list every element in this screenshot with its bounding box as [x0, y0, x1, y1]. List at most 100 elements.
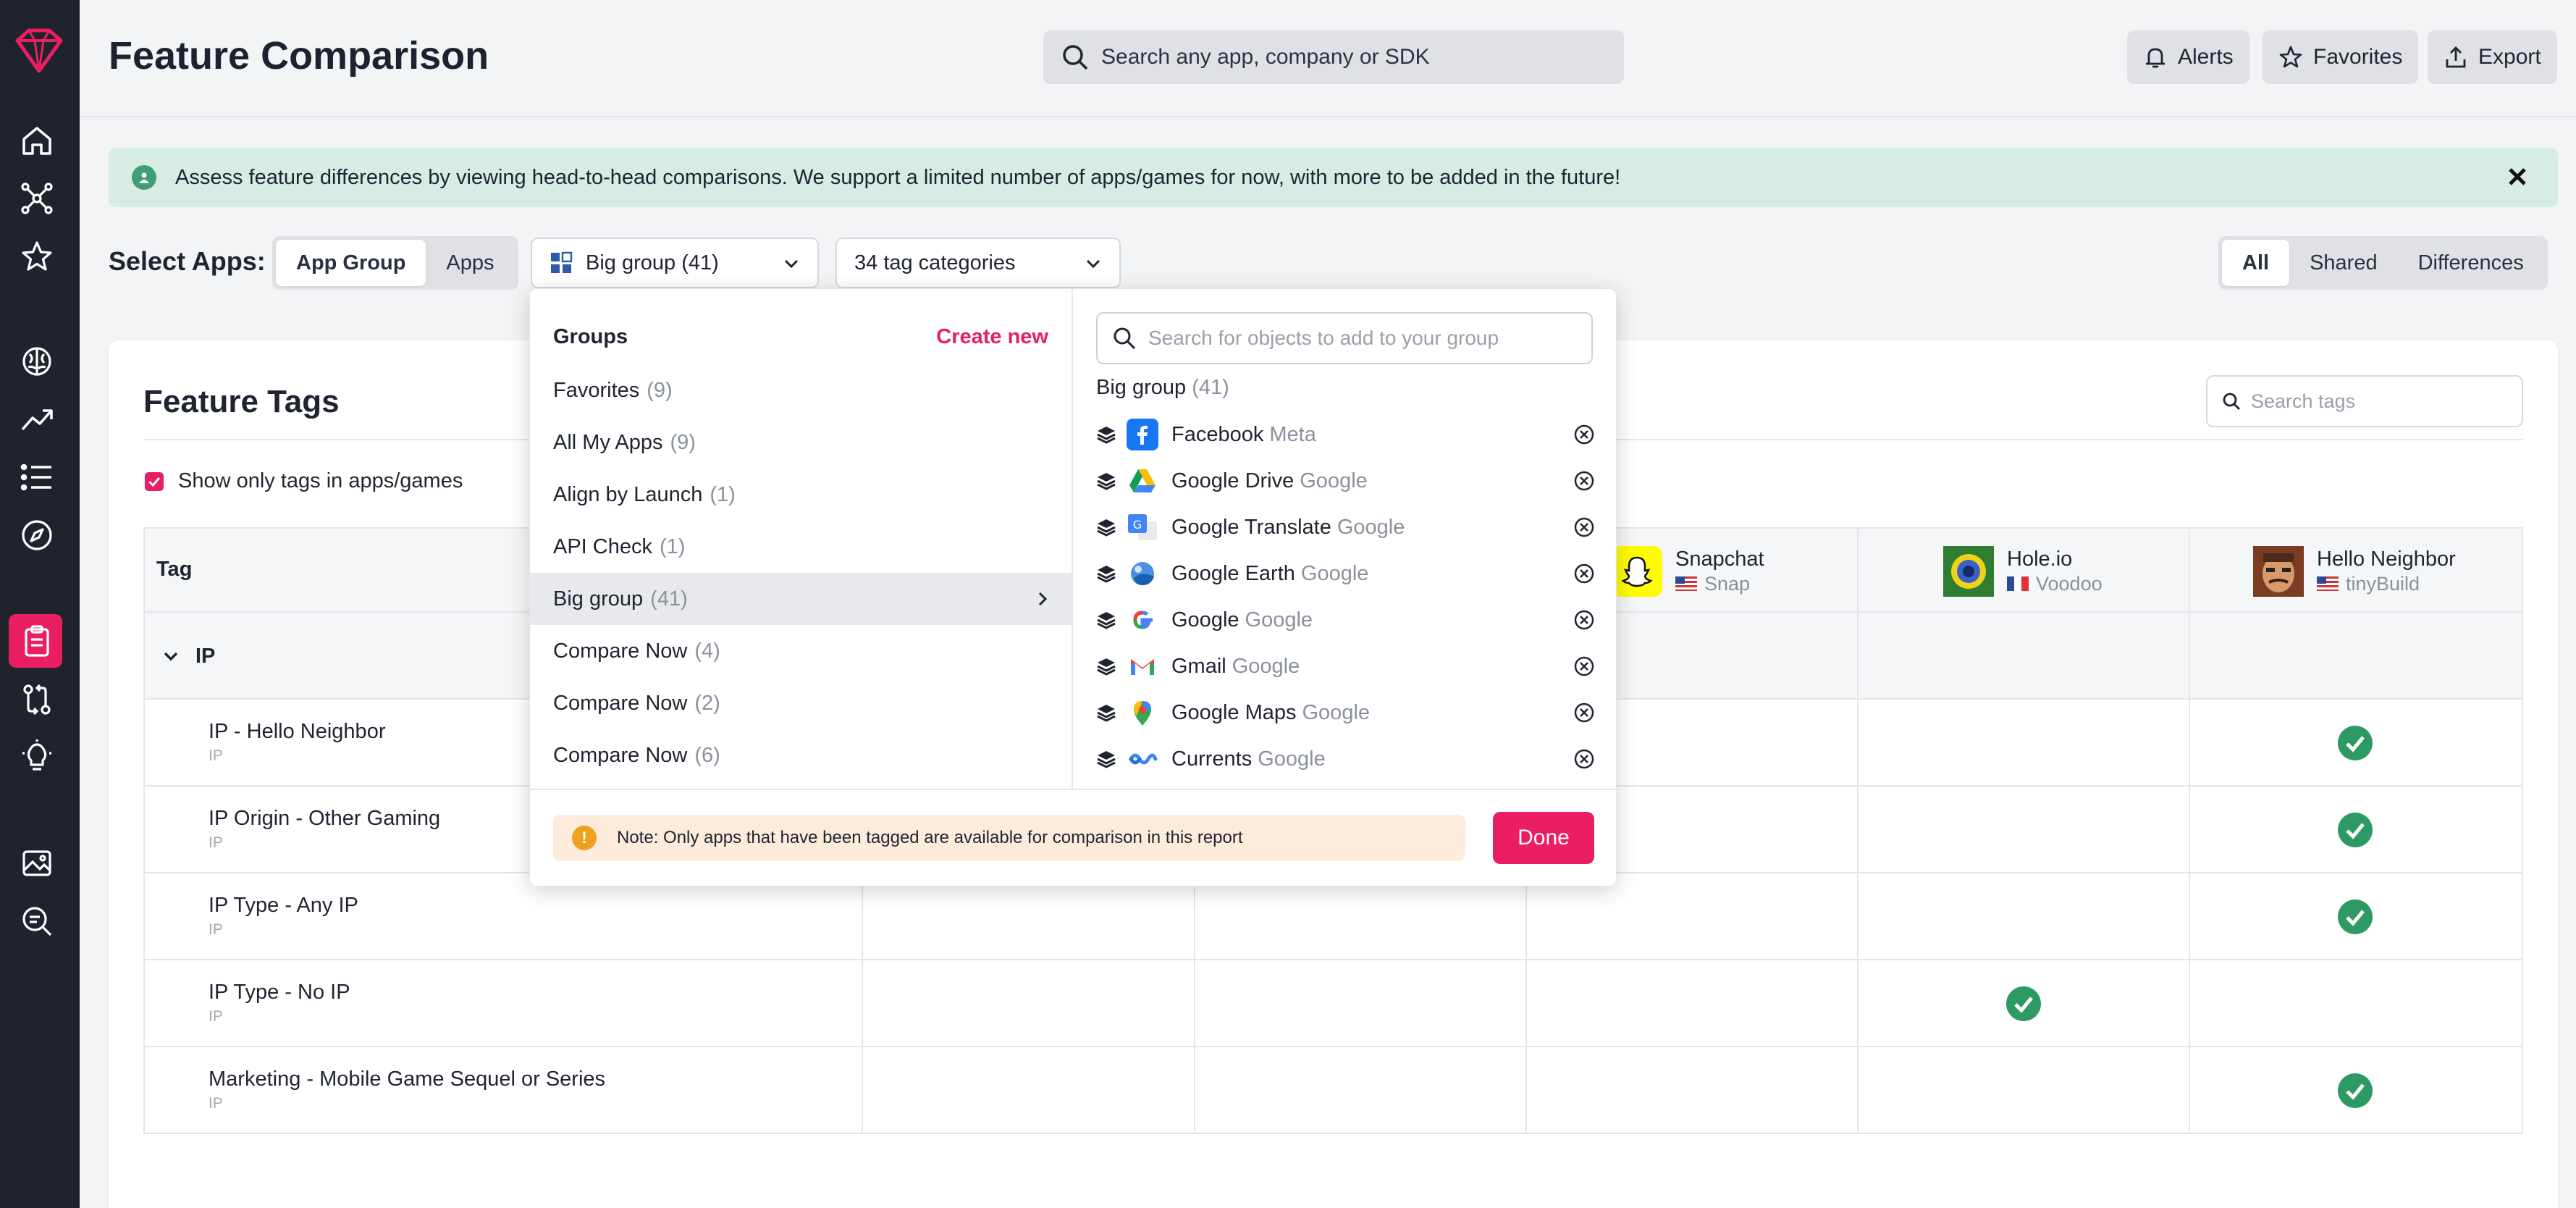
- top-header: Feature Comparison Search any app, compa…: [80, 0, 2576, 117]
- list-icon[interactable]: [20, 460, 54, 495]
- layers-icon[interactable]: [1096, 424, 1116, 445]
- remove-circle-icon[interactable]: [1573, 423, 1596, 446]
- lightbulb-icon[interactable]: [20, 739, 54, 773]
- image-icon[interactable]: [20, 846, 54, 881]
- toggle-all[interactable]: All: [2222, 240, 2290, 286]
- chevron-down-icon[interactable]: [161, 646, 181, 666]
- column-header-snapchat[interactable]: Snapchat Snap: [1612, 546, 1764, 597]
- group-item[interactable]: Favorites (9): [530, 364, 1072, 416]
- logo-gem-icon[interactable]: [7, 26, 71, 77]
- tag-category: IP: [209, 834, 223, 851]
- search-text-icon[interactable]: [20, 904, 54, 939]
- done-button[interactable]: Done: [1493, 812, 1594, 864]
- layers-icon[interactable]: [1096, 702, 1116, 723]
- layers-icon[interactable]: [1096, 563, 1116, 584]
- info-banner: Assess feature differences by viewing he…: [109, 148, 2558, 207]
- star-icon[interactable]: [20, 239, 54, 274]
- remove-circle-icon[interactable]: [1573, 701, 1596, 724]
- group-item[interactable]: Compare Now (2): [530, 677, 1072, 729]
- home-icon[interactable]: [20, 123, 54, 158]
- column-publisher: Snap: [1704, 573, 1751, 595]
- group-item[interactable]: All My Apps (9): [530, 416, 1072, 469]
- remove-circle-icon[interactable]: [1573, 469, 1596, 492]
- group-item[interactable]: API Check (1): [530, 521, 1072, 573]
- object-search-input[interactable]: Search for objects to add to your group: [1096, 312, 1593, 364]
- group-item[interactable]: Compare Now (4): [530, 625, 1072, 677]
- group-count: (1): [660, 534, 686, 558]
- brain-icon[interactable]: [20, 344, 54, 379]
- column-divider: [2189, 613, 2190, 698]
- group-count: (9): [670, 430, 696, 454]
- table-row: IP Type - No IP IP: [143, 960, 2523, 1047]
- member-publisher: Google: [1300, 561, 1369, 585]
- group-name: Compare Now: [553, 691, 688, 715]
- member-name: Google Translate: [1171, 515, 1331, 539]
- member-item: G Google Translate Google: [1096, 504, 1596, 550]
- selected-group-name: Big group: [1096, 376, 1187, 399]
- group-item-selected[interactable]: Big group (41): [530, 573, 1072, 625]
- layers-icon[interactable]: [1096, 517, 1116, 537]
- table-row: Marketing - Mobile Game Sequel or Series…: [143, 1047, 2523, 1134]
- column-divider: [1525, 1047, 1527, 1133]
- column-publisher: Voodoo: [2036, 573, 2103, 595]
- remove-circle-icon[interactable]: [1573, 608, 1596, 632]
- layers-icon[interactable]: [1096, 656, 1116, 676]
- banner-text: Assess feature differences by viewing he…: [175, 165, 1621, 189]
- group-item[interactable]: Align by Launch (1): [530, 469, 1072, 521]
- group-item[interactable]: Compare Now (6): [530, 729, 1072, 781]
- member-item: Facebook Meta: [1096, 411, 1596, 458]
- tag-dropdown-value: 34 tag categories: [854, 251, 1016, 274]
- layers-icon[interactable]: [1096, 749, 1116, 769]
- member-publisher: Google: [1232, 654, 1300, 678]
- clipboard-compare-icon[interactable]: [20, 624, 54, 658]
- alerts-button[interactable]: Alerts: [2127, 30, 2249, 84]
- column-divider: [862, 960, 863, 1046]
- favorites-button[interactable]: Favorites: [2263, 30, 2419, 84]
- tag-search-input[interactable]: Search tags: [2206, 375, 2523, 427]
- member-name: Facebook: [1171, 422, 1264, 446]
- tag-categories-dropdown[interactable]: 34 tag categories: [835, 238, 1121, 288]
- toggle-differences[interactable]: Differences: [2398, 240, 2544, 286]
- column-header-hole-io[interactable]: Hole.io Voodoo: [1943, 546, 2103, 597]
- compass-icon[interactable]: [20, 518, 54, 553]
- network-icon[interactable]: [20, 181, 54, 216]
- remove-circle-icon[interactable]: [1573, 516, 1596, 539]
- check-circle-icon: [2338, 726, 2373, 760]
- chevron-down-icon: [784, 259, 799, 269]
- member-name: Google Maps: [1171, 700, 1297, 724]
- git-compare-icon[interactable]: [20, 682, 54, 717]
- close-icon[interactable]: [2503, 162, 2532, 191]
- layers-icon[interactable]: [1096, 610, 1116, 630]
- toggle-app-group[interactable]: App Group: [276, 240, 426, 286]
- layers-icon[interactable]: [1096, 471, 1116, 491]
- tag-name: Marketing - Mobile Game Sequel or Series: [209, 1068, 606, 1091]
- toggle-apps[interactable]: Apps: [426, 240, 514, 286]
- popover-footer: ! Note: Only apps that have been tagged …: [530, 789, 1616, 887]
- search-icon: [2223, 393, 2240, 410]
- info-badge-icon: [132, 165, 156, 190]
- column-divider: [2189, 873, 2190, 959]
- export-button[interactable]: Export: [2428, 30, 2557, 84]
- column-header-hello-neighbor[interactable]: Hello Neighbor tinyBuild: [2253, 546, 2456, 597]
- member-name: Gmail: [1171, 654, 1226, 678]
- gmail-icon: [1127, 650, 1158, 682]
- groups-panel: Groups Create new Favorites (9) All My Ap…: [530, 289, 1073, 789]
- create-new-link[interactable]: Create new: [936, 325, 1048, 349]
- remove-circle-icon[interactable]: [1573, 562, 1596, 585]
- trend-up-icon[interactable]: [20, 402, 54, 437]
- group-name: Compare Now: [553, 639, 688, 663]
- remove-circle-icon[interactable]: [1573, 655, 1596, 678]
- group-picker-popover: Groups Create new Favorites (9) All My Ap…: [529, 288, 1617, 886]
- column-divider: [2189, 700, 2190, 785]
- object-search-placeholder: Search for objects to add to your group: [1148, 327, 1499, 349]
- check-circle-icon: [2338, 813, 2373, 847]
- group-name: API Check: [553, 534, 652, 558]
- global-search-input[interactable]: Search any app, company or SDK: [1043, 30, 1624, 84]
- group-dropdown[interactable]: Big group (41): [531, 238, 819, 288]
- remove-circle-icon[interactable]: [1573, 747, 1596, 771]
- member-name: Google Earth: [1171, 561, 1295, 585]
- show-only-tags-checkbox[interactable]: Show only tags in apps/games: [145, 469, 463, 493]
- group-grid-icon: [551, 251, 573, 273]
- toggle-shared[interactable]: Shared: [2289, 240, 2398, 286]
- group-name: All My Apps: [553, 430, 663, 454]
